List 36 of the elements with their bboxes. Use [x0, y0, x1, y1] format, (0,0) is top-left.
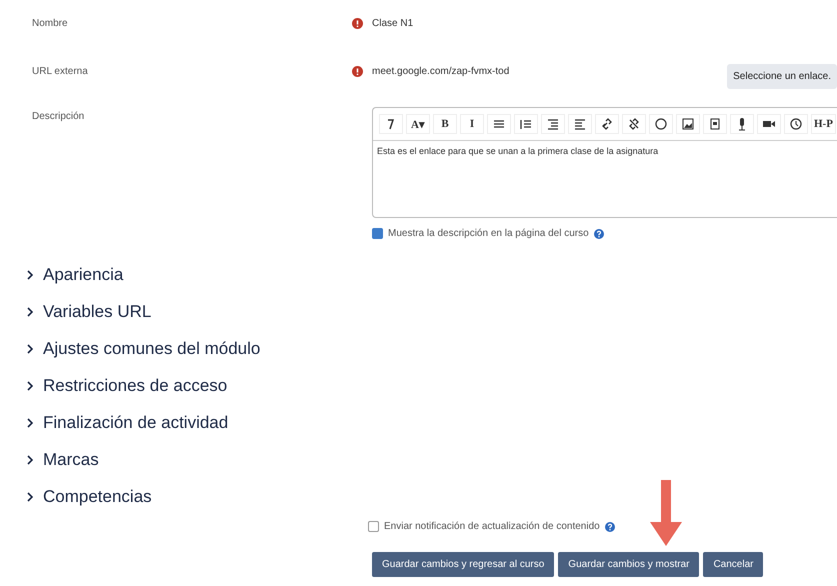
- down-arrow: [650, 480, 682, 546]
- chevron-icon[interactable]: [26, 455, 35, 465]
- chevron-icon[interactable]: [26, 344, 35, 354]
- editor-text: Esta es el enlace para que se unan a la primera clase de la asignatura: [376, 145, 660, 158]
- chevron-icon[interactable]: [26, 492, 35, 502]
- chevron-icon[interactable]: [26, 381, 35, 391]
- section-header[interactable]: Competencias: [26, 487, 837, 507]
- checkbox[interactable]: [372, 228, 383, 239]
- form-button[interactable]: Cancelar: [703, 552, 764, 577]
- checkbox-label: Muestra la descripción en la página del curso: [388, 228, 589, 239]
- checkbox[interactable]: [368, 521, 379, 532]
- form-button[interactable]: Guardar cambios y regresar al curso: [372, 552, 554, 577]
- section-header[interactable]: Apariencia: [26, 265, 837, 285]
- section-header[interactable]: Marcas: [26, 450, 837, 470]
- chevron-icon[interactable]: [26, 307, 35, 317]
- chevron-icon[interactable]: [26, 270, 35, 280]
- help-icon[interactable]: [594, 228, 604, 238]
- section-header[interactable]: Variables URL: [26, 302, 837, 322]
- toolbar-button[interactable]: H-P: [811, 114, 836, 134]
- section-header[interactable]: Finalización de actividad: [26, 413, 837, 433]
- toolbar-button[interactable]: I: [460, 114, 484, 134]
- help-icon[interactable]: [604, 522, 615, 532]
- select-link-button[interactable]: Seleccione un enlace.: [727, 64, 837, 89]
- toolbar-button[interactable]: A▾: [406, 114, 430, 134]
- section-header[interactable]: Ajustes comunes del módulo: [26, 339, 837, 359]
- toolbar-button[interactable]: B: [433, 114, 457, 134]
- form-button[interactable]: Guardar cambios y mostrar: [558, 552, 700, 577]
- field-value[interactable]: meet.google.com/zap-fvmx-tod: [372, 66, 510, 77]
- checkbox-label: Enviar notificación de actualización de contenido: [384, 521, 600, 532]
- field-label: URL externa: [31, 66, 89, 77]
- field-value[interactable]: Clase N1: [372, 18, 414, 28]
- text-editor[interactable]: A▾ B I H-P Esta es el enlace para que se unan a la primera clase de la asignatura: [372, 107, 837, 218]
- section-header[interactable]: Restricciones de acceso: [26, 376, 837, 396]
- field-label: Nombre: [31, 18, 69, 28]
- chevron-icon[interactable]: [26, 418, 35, 428]
- field-label: Descripción: [31, 110, 86, 124]
